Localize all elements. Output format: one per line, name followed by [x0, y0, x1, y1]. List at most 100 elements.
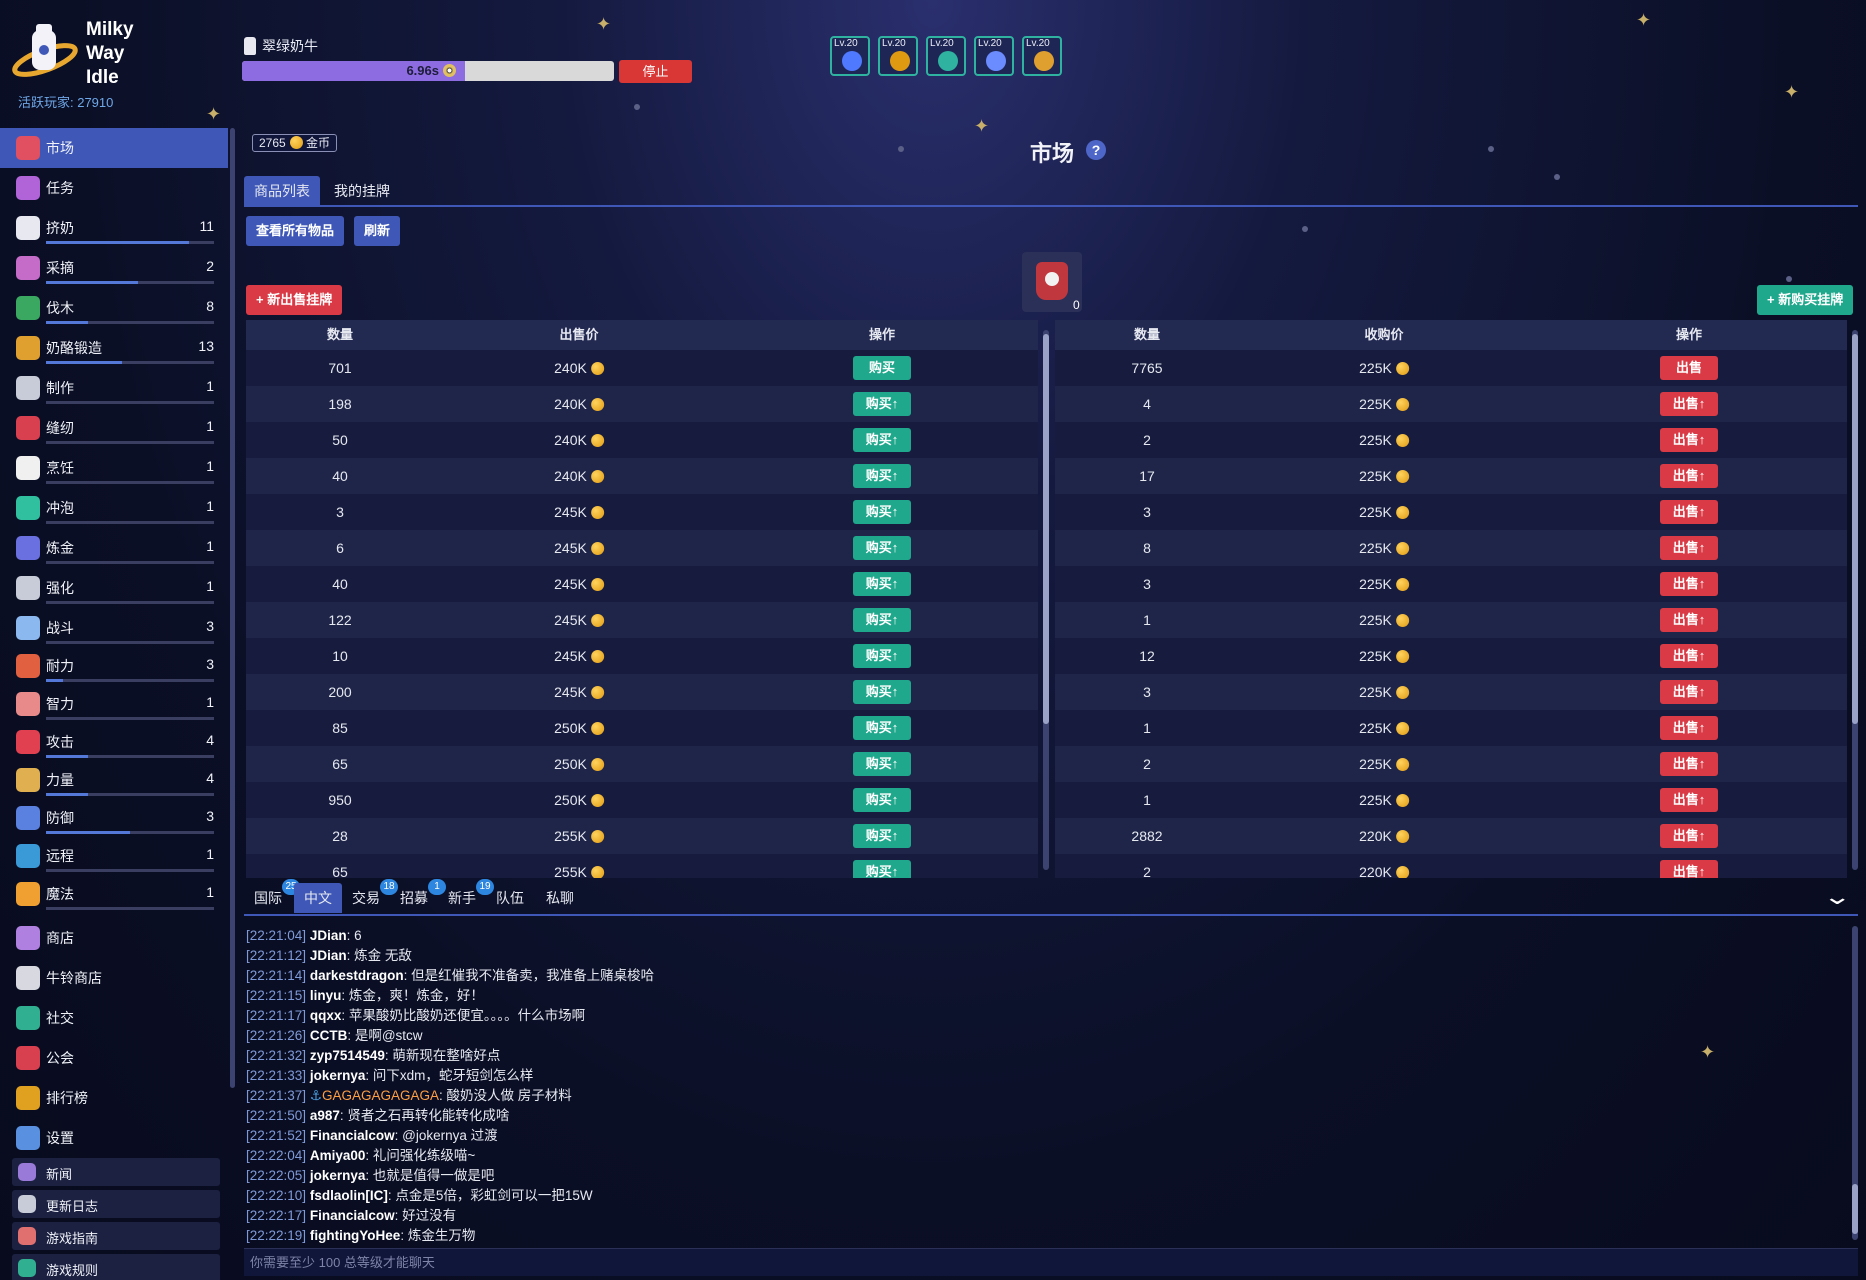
sidebar-item-crafting[interactable]: 制作 1: [0, 368, 228, 408]
message-author[interactable]: fightingYoHee: [310, 1228, 401, 1243]
sell-button[interactable]: 出售↑: [1660, 464, 1718, 488]
sell-button[interactable]: 出售↑: [1660, 572, 1718, 596]
sell-button[interactable]: 出售↑: [1660, 500, 1718, 524]
sidebar-item-milking[interactable]: 挤奶 11: [0, 208, 228, 248]
buy-button[interactable]: 购买↑: [853, 608, 911, 632]
sidebar-link-changelog[interactable]: 更新日志: [12, 1190, 220, 1218]
chat-input[interactable]: 你需要至少 100 总等级才能聊天: [244, 1248, 1858, 1276]
chat-tab[interactable]: 交易 18: [342, 879, 398, 913]
sidebar-item-settings[interactable]: 设置: [0, 1118, 228, 1158]
sidebar-link-game-rules[interactable]: 游戏规则: [12, 1254, 220, 1280]
tab-my-listings[interactable]: 我的挂牌: [324, 176, 400, 206]
message-author[interactable]: jokernya: [310, 1168, 366, 1183]
chat-tab[interactable]: 招募 1: [390, 879, 446, 913]
message-author[interactable]: JDian: [310, 928, 347, 943]
message-author[interactable]: qqxx: [310, 1008, 342, 1023]
message-author[interactable]: JDian: [310, 948, 347, 963]
message-author[interactable]: darkestdragon: [310, 968, 404, 983]
buy-button[interactable]: 购买↑: [853, 824, 911, 848]
message-author[interactable]: Amiya00: [310, 1148, 366, 1163]
buy-button[interactable]: 购买↑: [853, 428, 911, 452]
sell-button[interactable]: 出售↑: [1660, 788, 1718, 812]
sidebar-item-tailoring[interactable]: 缝纫 1: [0, 408, 228, 448]
message-author[interactable]: Financialcow: [310, 1208, 395, 1223]
sidebar-item-cheesesmithing[interactable]: 奶酪锻造 13: [0, 328, 228, 368]
sell-button[interactable]: 出售↑: [1660, 608, 1718, 632]
buy-button[interactable]: 购买↑: [853, 716, 911, 740]
sell-button[interactable]: 出售↑: [1660, 644, 1718, 668]
buy-table-scrollbar[interactable]: [1852, 330, 1858, 870]
view-all-items-button[interactable]: 查看所有物品: [246, 216, 345, 246]
sidebar-item-cooking[interactable]: 烹饪 1: [0, 448, 228, 488]
sell-table-scrollbar[interactable]: [1043, 330, 1049, 870]
buff-slot[interactable]: Lv.20: [878, 36, 918, 76]
sell-button[interactable]: 出售↑: [1660, 392, 1718, 416]
sidebar-item-attack[interactable]: 攻击 4: [0, 722, 228, 762]
buy-button[interactable]: 购买↑: [853, 860, 911, 878]
message-author[interactable]: GAGAGAGAGAGA: [322, 1088, 439, 1103]
buy-button[interactable]: 购买↑: [853, 752, 911, 776]
buff-slot[interactable]: Lv.20: [1022, 36, 1062, 76]
buy-button[interactable]: 购买↑: [853, 536, 911, 560]
help-icon[interactable]: ?: [1086, 140, 1106, 160]
sidebar-link-game-guide[interactable]: 游戏指南: [12, 1222, 220, 1250]
buff-slot[interactable]: Lv.20: [974, 36, 1014, 76]
message-author[interactable]: linyu: [310, 988, 342, 1003]
buy-button[interactable]: 购买↑: [853, 392, 911, 416]
refresh-button[interactable]: 刷新: [354, 216, 401, 246]
message-author[interactable]: zyp7514549: [310, 1048, 385, 1063]
sidebar-scrollbar[interactable]: [230, 128, 235, 1088]
sidebar-item-leaderboard[interactable]: 排行榜: [0, 1078, 228, 1118]
buy-button[interactable]: 购买↑: [853, 788, 911, 812]
sidebar-item-stamina[interactable]: 耐力 3: [0, 646, 228, 686]
new-buy-listing-button[interactable]: + 新购买挂牌: [1757, 285, 1854, 315]
buy-button[interactable]: 购买↑: [853, 680, 911, 704]
chat-tab[interactable]: 私聊: [536, 883, 584, 913]
sidebar-item-ranged[interactable]: 远程 1: [0, 836, 228, 876]
sidebar-item-woodcutting[interactable]: 伐木 8: [0, 288, 228, 328]
sell-button[interactable]: 出售↑: [1660, 428, 1718, 452]
sidebar-item-cowbell-store[interactable]: 牛铃商店: [0, 958, 228, 998]
sidebar-item-magic[interactable]: 魔法 1: [0, 874, 228, 914]
sell-button[interactable]: 出售: [1660, 356, 1718, 380]
sidebar-item-alchemy[interactable]: 炼金 1: [0, 528, 228, 568]
scrollbar-thumb[interactable]: [1852, 1184, 1858, 1234]
buy-button[interactable]: 购买↑: [853, 500, 911, 524]
buy-button[interactable]: 购买: [853, 356, 911, 380]
buy-button[interactable]: 购买↑: [853, 644, 911, 668]
sidebar-item-market[interactable]: 市场: [0, 128, 228, 168]
sidebar-link-news[interactable]: 新闻: [12, 1158, 220, 1186]
buy-button[interactable]: 购买↑: [853, 464, 911, 488]
message-author[interactable]: Financialcow: [310, 1128, 395, 1143]
sell-button[interactable]: 出售↑: [1660, 716, 1718, 740]
sidebar-item-guild[interactable]: 公会: [0, 1038, 228, 1078]
message-author[interactable]: fsdlaolin[IC]: [310, 1188, 388, 1203]
sell-button[interactable]: 出售↑: [1660, 680, 1718, 704]
buff-slot[interactable]: Lv.20: [926, 36, 966, 76]
scrollbar-thumb[interactable]: [1043, 334, 1049, 724]
sidebar-item-intelligence[interactable]: 智力 1: [0, 684, 228, 724]
buff-slot[interactable]: Lv.20: [830, 36, 870, 76]
sell-button[interactable]: 出售↑: [1660, 752, 1718, 776]
buy-button[interactable]: 购买↑: [853, 572, 911, 596]
sell-button[interactable]: 出售↑: [1660, 536, 1718, 560]
sidebar-item-defense[interactable]: 防御 3: [0, 798, 228, 838]
sell-button[interactable]: 出售↑: [1660, 860, 1718, 878]
message-author[interactable]: jokernya: [310, 1068, 366, 1083]
sidebar-item-foraging[interactable]: 采摘 2: [0, 248, 228, 288]
scrollbar-thumb[interactable]: [1852, 334, 1858, 724]
sidebar-item-power[interactable]: 力量 4: [0, 760, 228, 800]
sidebar-item-combat[interactable]: 战斗 3: [0, 608, 228, 648]
sidebar-item-shop[interactable]: 商店: [0, 918, 228, 958]
tab-item-list[interactable]: 商品列表: [244, 176, 320, 206]
sidebar-item-social[interactable]: 社交: [0, 998, 228, 1038]
sidebar-item-brewing[interactable]: 冲泡 1: [0, 488, 228, 528]
sell-button[interactable]: 出售↑: [1660, 824, 1718, 848]
sidebar-item-enhancing[interactable]: 强化 1: [0, 568, 228, 608]
chat-tab[interactable]: 中文: [294, 883, 342, 913]
chat-tab[interactable]: 队伍: [486, 883, 534, 913]
sidebar-item-tasks[interactable]: 任务: [0, 168, 228, 208]
chat-scrollbar[interactable]: [1852, 926, 1858, 1240]
chat-tab[interactable]: 国际 25: [244, 879, 300, 913]
chevron-down-icon[interactable]: ⌄: [1822, 884, 1852, 910]
